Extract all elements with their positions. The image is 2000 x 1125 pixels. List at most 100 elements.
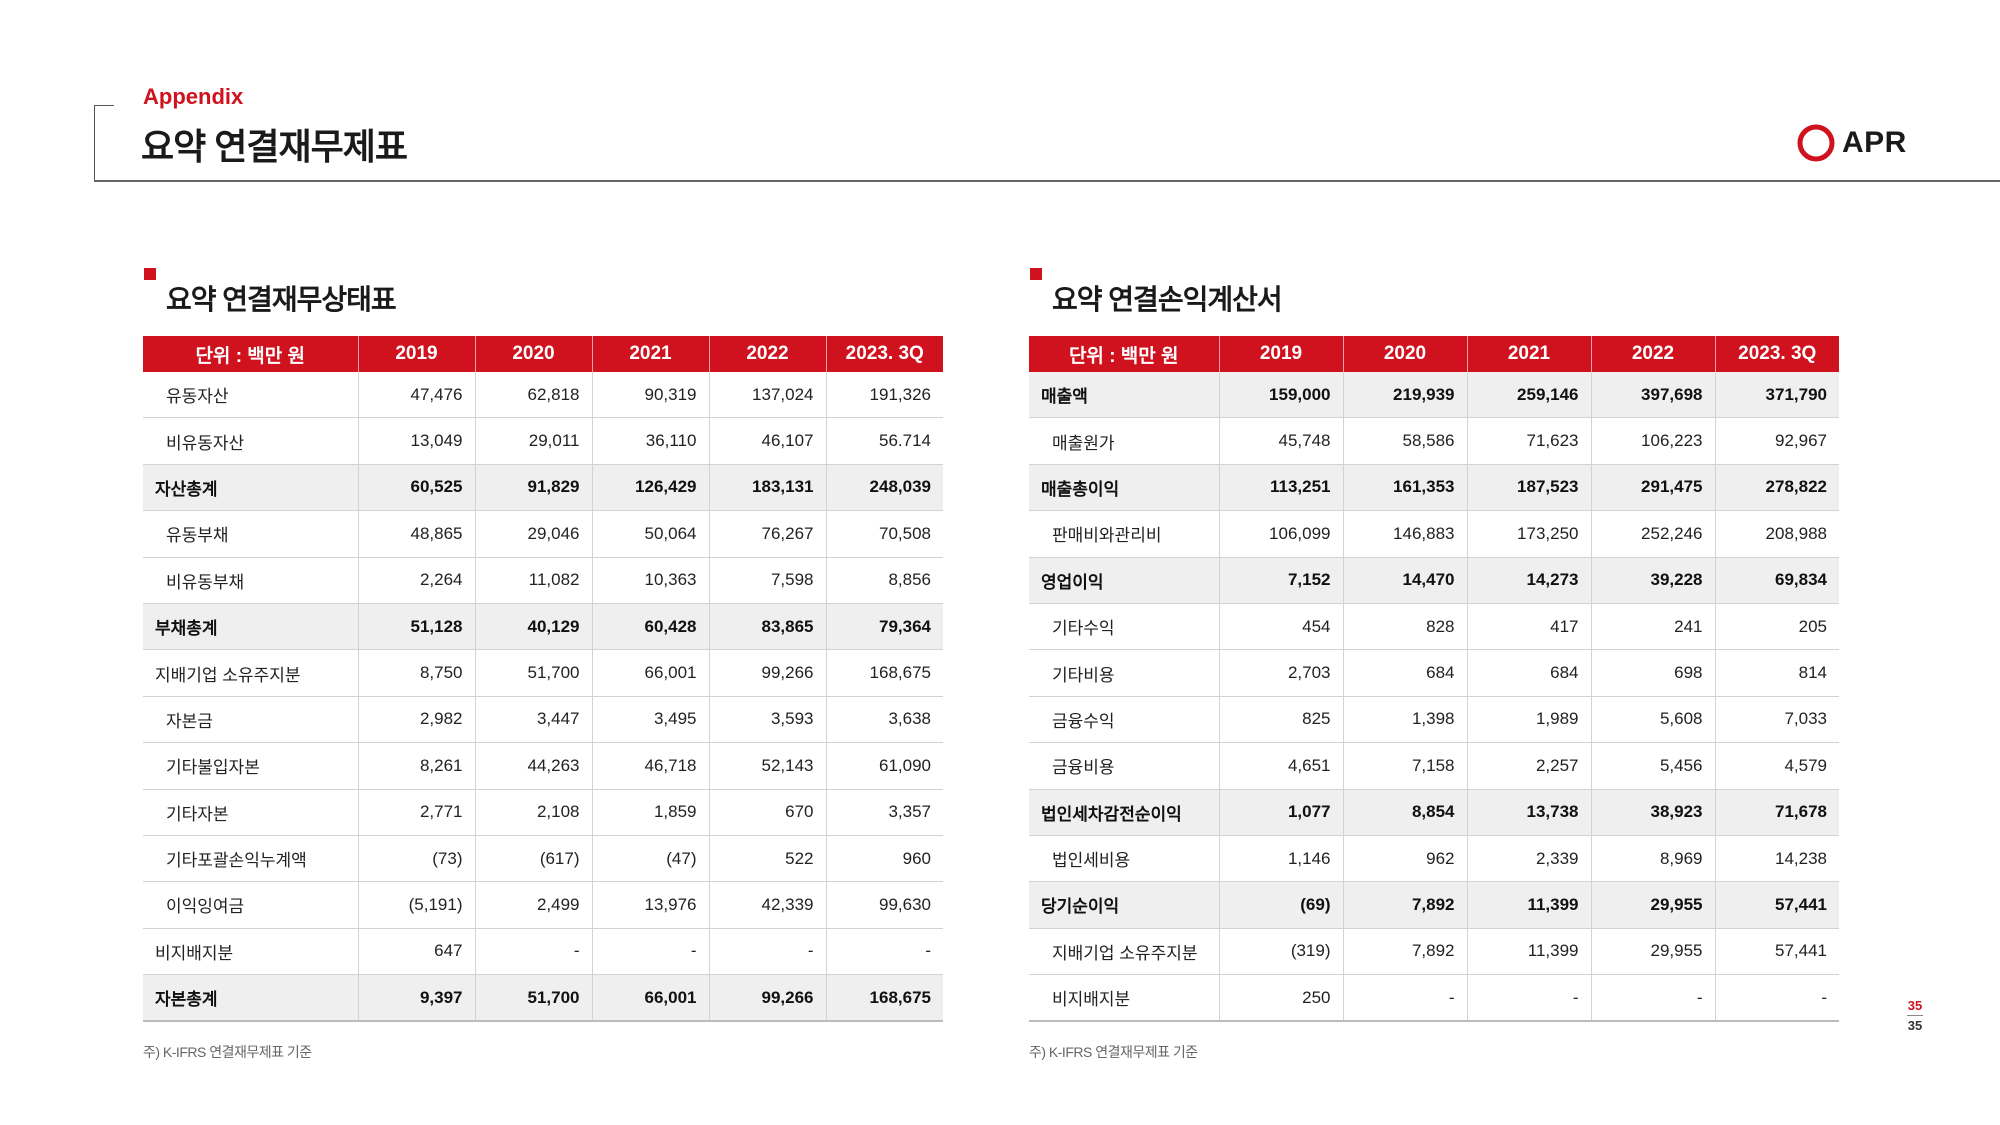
cell-value: 99,266 <box>708 974 826 1023</box>
cell-value: 14,470 <box>1342 557 1467 604</box>
cell-value: 71,678 <box>1714 789 1839 836</box>
row-label: 법인세차감전순이익 <box>1029 789 1219 836</box>
cell-value: 7,892 <box>1342 881 1467 929</box>
cell-value: 3,495 <box>591 696 709 744</box>
page-title: 요약 연결재무제표 <box>141 126 408 167</box>
table-row: 매출액 159,000 219,939 259,146 397,698 371,790 <box>1029 372 1839 419</box>
cell-value: 647 <box>357 928 475 976</box>
balance-sheet-footnote: 주) K-IFRS 연결재무제표 기준 <box>143 1044 312 1060</box>
cell-value: 2,339 <box>1466 835 1591 883</box>
row-label: 지배기업 소유주지분 <box>1029 928 1219 976</box>
cell-value: 14,238 <box>1714 835 1839 883</box>
section-marker <box>1030 268 1042 280</box>
row-label: 비유동부채 <box>143 557 358 604</box>
cell-value: 90,319 <box>591 372 709 419</box>
row-label: 비지배지분 <box>143 928 358 976</box>
cell-value: 825 <box>1218 696 1343 744</box>
cell-value: 51,700 <box>474 649 592 697</box>
cell-value: 7,152 <box>1218 557 1343 604</box>
cell-value: 113,251 <box>1218 464 1343 512</box>
income-statement-title: 요약 연결손익계산서 <box>1052 284 1283 315</box>
cell-value: 828 <box>1342 603 1467 651</box>
cell-value: 8,856 <box>825 557 943 604</box>
cell-value: - <box>1590 974 1715 1023</box>
cell-value: 2,257 <box>1466 742 1591 790</box>
cell-value: 259,146 <box>1466 372 1591 419</box>
row-label: 당기순이익 <box>1029 881 1219 929</box>
income-statement-section: 요약 연결손익계산서 단위 : 백만 원 2019 2020 2021 2022… <box>1029 268 1839 1023</box>
cell-value: 8,969 <box>1590 835 1715 883</box>
cell-value: 137,024 <box>708 372 826 419</box>
cell-value: 11,399 <box>1466 881 1591 929</box>
cell-value: 46,107 <box>708 417 826 465</box>
cell-value: 8,854 <box>1342 789 1467 836</box>
row-label: 비지배지분 <box>1029 974 1219 1023</box>
table-header-row: 단위 : 백만 원 2019 2020 2021 2022 2023. 3Q <box>143 336 943 372</box>
logo-ring-icon <box>1797 124 1835 162</box>
table-row: 자산총계 60,525 91,829 126,429 183,131 248,039 <box>143 464 943 512</box>
balance-sheet-section: 요약 연결재무상태표 단위 : 백만 원 2019 2020 2021 2022… <box>143 268 943 1023</box>
cell-value: - <box>591 928 709 976</box>
table-row: 금융비용 4,651 7,158 2,257 5,456 4,579 <box>1029 742 1839 790</box>
cell-value: 684 <box>1342 649 1467 697</box>
column-header: 2022 <box>708 336 826 372</box>
row-label: 자산총계 <box>143 464 358 512</box>
cell-value: 1,146 <box>1218 835 1343 883</box>
cell-value: 146,883 <box>1342 510 1467 558</box>
cell-value: 397,698 <box>1590 372 1715 419</box>
table-row: 판매비와관리비 106,099 146,883 173,250 252,246 208,9… <box>1029 510 1839 558</box>
table-row: 기타수익 454 828 417 241 205 <box>1029 603 1839 651</box>
cell-value: 670 <box>708 789 826 836</box>
cell-value: 7,892 <box>1342 928 1467 976</box>
cell-value: 454 <box>1218 603 1343 651</box>
balance-sheet-table: 단위 : 백만 원 2019 2020 2021 2022 2023. 3Q 유… <box>143 336 943 1023</box>
cell-value: 45,748 <box>1218 417 1343 465</box>
cell-value: 106,223 <box>1590 417 1715 465</box>
cell-value: 250 <box>1218 974 1343 1023</box>
cell-value: (617) <box>474 835 592 883</box>
cell-value: 7,598 <box>708 557 826 604</box>
cell-value: 371,790 <box>1714 372 1839 419</box>
cell-value: (47) <box>591 835 709 883</box>
cell-value: 92,967 <box>1714 417 1839 465</box>
balance-sheet-title: 요약 연결재무상태표 <box>166 284 397 315</box>
table-row: 영업이익 7,152 14,470 14,273 39,228 69,834 <box>1029 557 1839 604</box>
cell-value: 183,131 <box>708 464 826 512</box>
table-row: 비유동부채 2,264 11,082 10,363 7,598 8,856 <box>143 557 943 604</box>
income-statement-table: 단위 : 백만 원 2019 2020 2021 2022 2023. 3Q 매… <box>1029 336 1839 1023</box>
cell-value: 417 <box>1466 603 1591 651</box>
row-label: 이익잉여금 <box>143 881 358 929</box>
cell-value: 99,266 <box>708 649 826 697</box>
cell-value: (319) <box>1218 928 1343 976</box>
table-row: 매출원가 45,748 58,586 71,623 106,223 92,967 <box>1029 417 1839 465</box>
cell-value: 9,397 <box>357 974 475 1023</box>
column-header: 2022 <box>1590 336 1715 372</box>
total-pages: 35 <box>1907 1018 1923 1033</box>
cell-value: 2,982 <box>357 696 475 744</box>
cell-value: 62,818 <box>474 372 592 419</box>
table-row: 비유동자산 13,049 29,011 36,110 46,107 56.714 <box>143 417 943 465</box>
cell-value: 187,523 <box>1466 464 1591 512</box>
row-label: 매출총이익 <box>1029 464 1219 512</box>
table-row: 비지배지분 250- - - - <box>1029 974 1839 1023</box>
cell-value: 47,476 <box>357 372 475 419</box>
cell-value: 40,129 <box>474 603 592 651</box>
cell-value: 1,859 <box>591 789 709 836</box>
cell-value: 51,128 <box>357 603 475 651</box>
column-header: 2021 <box>1466 336 1591 372</box>
cell-value: 70,508 <box>825 510 943 558</box>
cell-value: 52,143 <box>708 742 826 790</box>
cell-value: - <box>708 928 826 976</box>
cell-value: 66,001 <box>591 649 709 697</box>
table-row: 당기순이익 (69) 7,892 11,399 29,955 57,441 <box>1029 881 1839 929</box>
column-header: 2020 <box>474 336 592 372</box>
cell-value: 13,976 <box>591 881 709 929</box>
section-marker <box>144 268 156 280</box>
table-row: 부채총계 51,128 40,129 60,428 83,865 79,364 <box>143 603 943 651</box>
table-row: 기타비용 2,703 684 684 698 814 <box>1029 649 1839 697</box>
cell-value: 161,353 <box>1342 464 1467 512</box>
table-row: 매출총이익 113,251 161,353 187,523 291,475 278,822 <box>1029 464 1839 512</box>
apr-logo: APR <box>1796 122 1907 164</box>
row-label: 판매비와관리비 <box>1029 510 1219 558</box>
cell-value: 61,090 <box>825 742 943 790</box>
